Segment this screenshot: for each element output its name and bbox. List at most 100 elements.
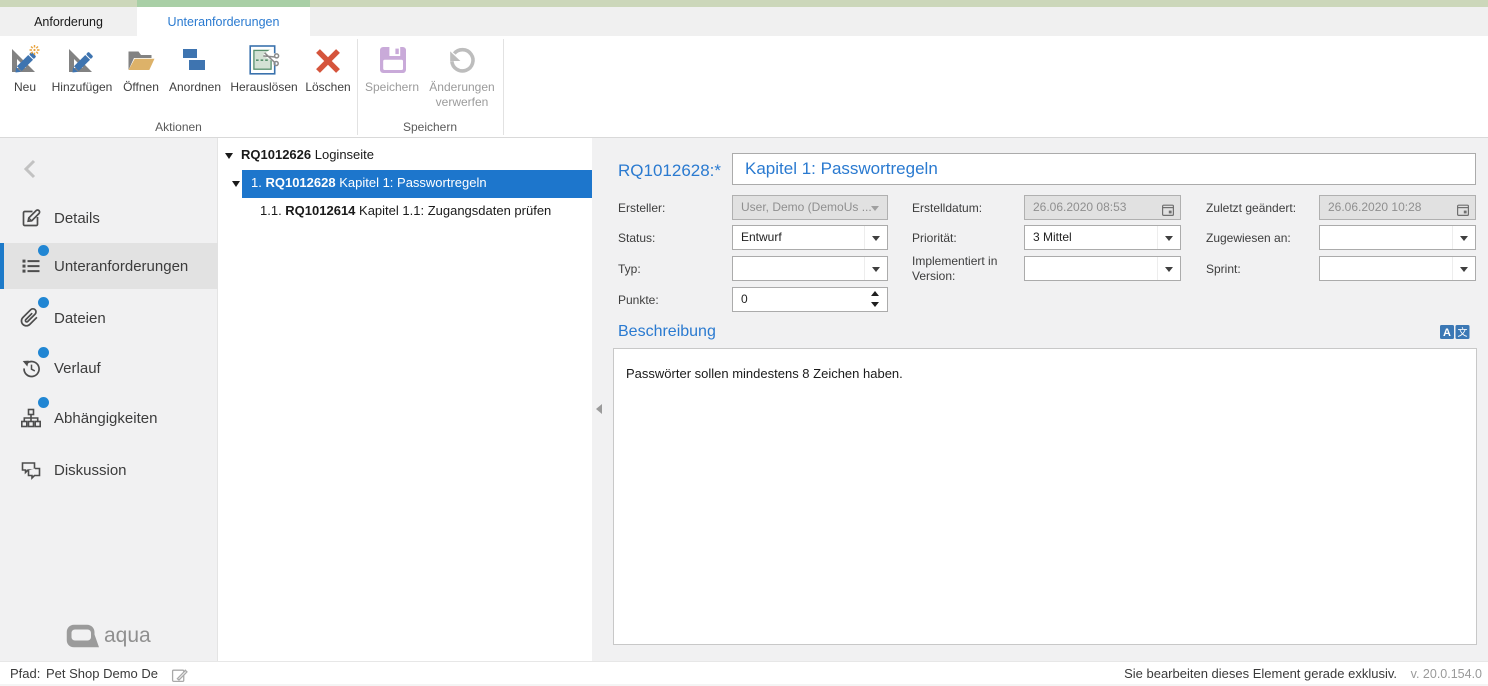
prioritaet-combobox[interactable]: 3 Mittel — [1024, 225, 1181, 250]
field-value: 26.06.2020 08:53 — [1033, 200, 1126, 214]
notification-dot — [38, 397, 49, 408]
tree-row-root[interactable]: RQ1012626 Loginseite — [219, 142, 592, 170]
dropdown-arrow-icon[interactable] — [1157, 226, 1180, 249]
tree-row-selected[interactable]: 1. RQ1012628 Kapitel 1: Passwortregeln — [219, 170, 592, 198]
spin-down-icon[interactable] — [871, 302, 879, 307]
svg-text:文: 文 — [1458, 326, 1468, 339]
punkte-spinner[interactable]: 0 — [732, 287, 888, 312]
tree-item-id: RQ1012626 — [241, 147, 311, 162]
sidebar-item-label: Details — [54, 210, 100, 227]
dropdown-arrow-icon[interactable] — [864, 226, 887, 249]
field-value: 3 Mittel — [1033, 230, 1072, 244]
delete-button[interactable]: Löschen — [302, 45, 354, 95]
beschreibung-textarea[interactable]: Passwörter sollen mindestens 8 Zeichen h… — [613, 348, 1477, 645]
field-value: User, Demo (DemoUs ... — [741, 200, 872, 214]
zugewiesen-an-combobox[interactable] — [1319, 225, 1476, 250]
tree-item-text: 1. RQ1012628 Kapitel 1: Passwortregeln — [251, 175, 487, 190]
add-button-label: Hinzufügen — [52, 80, 113, 95]
app-window: Anforderung Unteranforderungen Neu — [0, 0, 1488, 686]
top-strip-active-tab — [137, 0, 310, 7]
status-label: Status: — [618, 231, 655, 246]
edit-path-icon[interactable] — [171, 667, 188, 684]
dropdown-arrow-icon[interactable] — [1157, 257, 1180, 280]
translate-icon[interactable]: A 文 — [1440, 325, 1470, 339]
dropdown-arrow-icon[interactable] — [1452, 257, 1475, 280]
calendar-icon — [1457, 201, 1469, 213]
sidebar-item-label: Unteranforderungen — [54, 258, 188, 275]
discard-changes-button[interactable]: Änderungen verwerfen — [424, 45, 500, 110]
new-button[interactable]: Neu — [4, 45, 46, 95]
tree-item-title: Loginseite — [311, 147, 374, 162]
content-area: Details Unteranforderungen — [0, 138, 1488, 661]
history-icon — [20, 357, 42, 379]
ersteller-combobox: User, Demo (DemoUs ... — [732, 195, 888, 220]
aqua-logo-text: aqua — [104, 624, 151, 648]
tree-item-number: 1.1. — [260, 203, 285, 218]
hierarchy-icon — [20, 407, 42, 429]
sidebar-item-abhaengigkeiten[interactable]: Abhängigkeiten — [0, 395, 218, 441]
sidebar-item-details[interactable]: Details — [0, 195, 218, 241]
delete-button-label: Löschen — [305, 80, 350, 95]
status-bar: Pfad: Pet Shop Demo De Sie bearbeiten di… — [0, 661, 1488, 686]
pfad-value: Pet Shop Demo De — [46, 666, 158, 681]
sidebar-item-dateien[interactable]: Dateien — [0, 295, 218, 341]
calendar-icon — [1162, 201, 1174, 213]
exclusive-edit-message: Sie bearbeiten dieses Element gerade exk… — [1124, 666, 1397, 681]
spinner-arrows[interactable] — [871, 290, 880, 308]
add-button[interactable]: Hinzufügen — [51, 45, 113, 95]
new-wand-icon — [9, 45, 41, 77]
status-combobox[interactable]: Entwurf — [732, 225, 888, 250]
tab-anforderung[interactable]: Anforderung — [0, 7, 137, 36]
tree-expander-icon[interactable] — [225, 153, 233, 159]
extract-button-label: Herauslösen — [230, 80, 297, 95]
add-pencil-icon — [66, 45, 98, 77]
dropdown-arrow-icon[interactable] — [1452, 226, 1475, 249]
arrange-icon — [179, 45, 211, 77]
ribbon-group-aktionen: Aktionen — [0, 120, 357, 134]
zuletzt-geaendert-field: 26.06.2020 10:28 — [1319, 195, 1476, 220]
tab-unteranforderungen[interactable]: Unteranforderungen — [137, 7, 310, 36]
discard-changes-button-label: Änderungen verwerfen — [424, 80, 500, 110]
panel-splitter[interactable] — [592, 138, 613, 661]
tree-row-child[interactable]: 1.1. RQ1012614 Kapitel 1.1: Zugangsdaten… — [219, 198, 592, 226]
aqua-logo: aqua — [66, 624, 151, 648]
sidebar-item-verlauf[interactable]: Verlauf — [0, 345, 218, 391]
dropdown-arrow-icon[interactable] — [864, 257, 887, 280]
typ-combobox[interactable] — [732, 256, 888, 281]
open-folder-icon — [125, 45, 157, 77]
tree-item-title: Kapitel 1.1: Zugangsdaten prüfen — [355, 203, 551, 218]
collapse-panel-icon[interactable] — [596, 404, 602, 414]
beschreibung-text: Passwörter sollen mindestens 8 Zeichen h… — [626, 366, 903, 381]
save-button[interactable]: Speichern — [361, 45, 423, 95]
sidebar-item-label: Abhängigkeiten — [54, 410, 157, 427]
arrange-button-label: Anordnen — [169, 80, 221, 95]
edit-details-icon — [20, 207, 42, 229]
sprint-combobox[interactable] — [1319, 256, 1476, 281]
requirement-id-label: RQ1012628:* — [618, 161, 721, 181]
tree-item-number: 1. — [251, 175, 265, 190]
title-input[interactable]: Kapitel 1: Passwortregeln — [732, 153, 1476, 185]
tree-expander-icon[interactable] — [232, 181, 240, 187]
collapse-sidebar-button[interactable] — [20, 158, 42, 180]
open-button[interactable]: Öffnen — [116, 45, 166, 95]
save-button-label: Speichern — [365, 80, 419, 95]
sidebar-item-label: Diskussion — [54, 462, 127, 479]
sidebar-item-diskussion[interactable]: Diskussion — [0, 447, 218, 493]
arrange-button[interactable]: Anordnen — [165, 45, 225, 95]
list-icon — [20, 255, 42, 277]
spin-up-icon[interactable] — [871, 291, 879, 296]
pfad-label: Pfad: — [10, 666, 40, 681]
field-value: Entwurf — [741, 230, 782, 244]
undo-icon — [446, 45, 478, 77]
implementiert-in-version-combobox[interactable] — [1024, 256, 1181, 281]
ribbon-toolbar: Neu Hinzufügen Öffnen — [0, 36, 1488, 138]
sidebar-item-unteranforderungen[interactable]: Unteranforderungen — [0, 243, 218, 289]
aqua-logo-icon — [66, 624, 99, 648]
extract-button[interactable]: Herauslösen — [228, 45, 300, 95]
notification-dot — [38, 297, 49, 308]
tree-item-id: RQ1012628 — [265, 175, 335, 190]
zugewiesen-an-label: Zugewiesen an: — [1206, 231, 1291, 246]
implementiert-in-version-label: Implementiert in Version: — [912, 254, 1002, 284]
tab-bar: Anforderung Unteranforderungen — [0, 7, 1488, 36]
dropdown-arrow-icon — [864, 196, 887, 219]
